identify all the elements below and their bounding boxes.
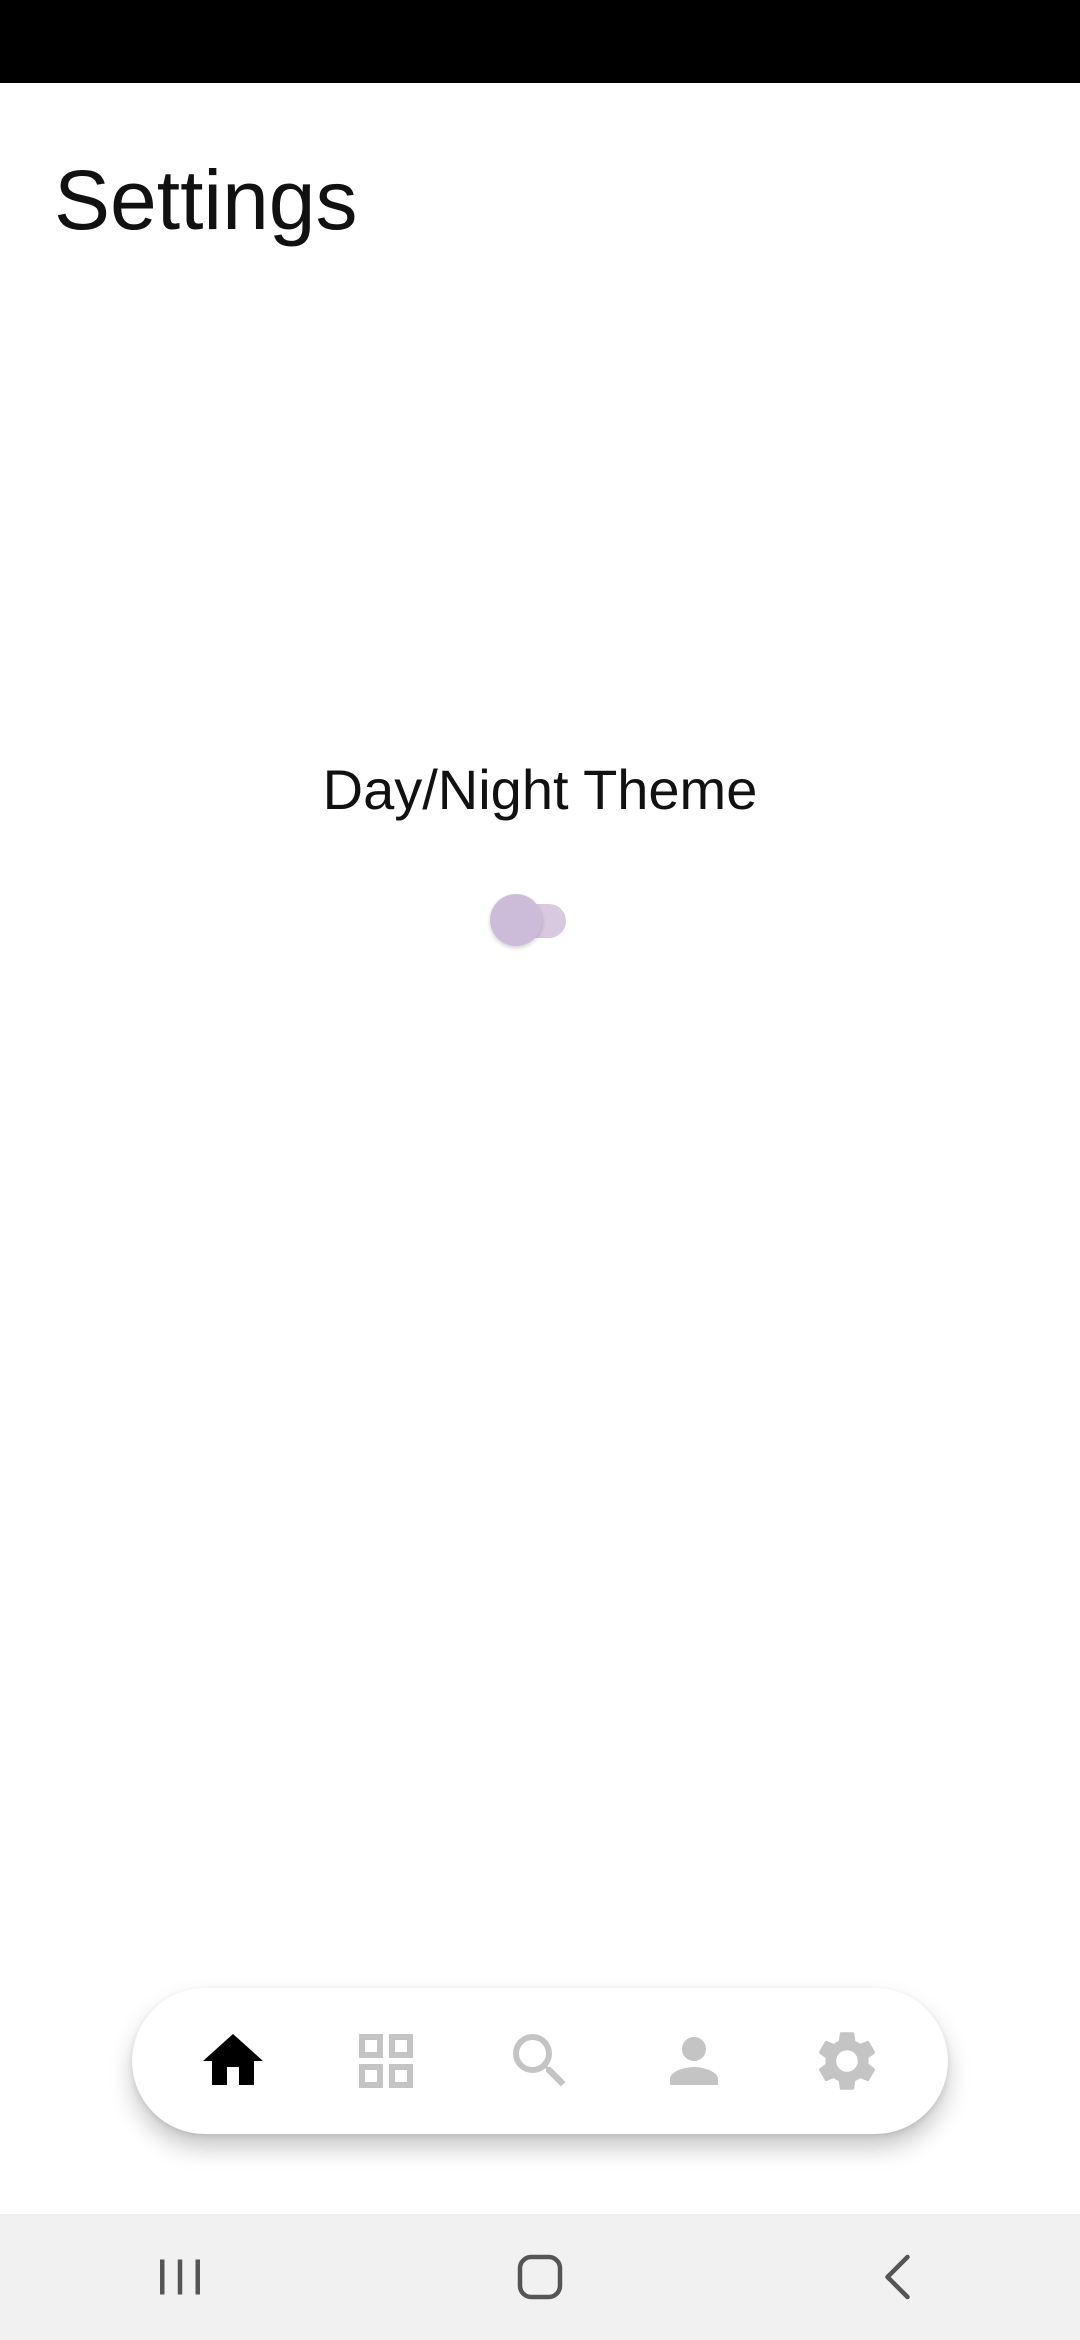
bottom-navigation-bar [132,1988,948,2134]
page-title: Settings [54,153,358,247]
toggle-thumb [490,894,542,946]
theme-setting-label: Day/Night Theme [322,758,758,821]
nav-item-grid[interactable] [331,2006,441,2116]
nav-item-home[interactable] [178,2006,288,2116]
nav-item-profile[interactable] [639,2006,749,2116]
recent-apps-icon [160,2259,200,2295]
gear-icon [819,2032,876,2090]
system-navigation-bar [0,2214,1080,2340]
home-outline-icon [517,2254,563,2300]
back-button[interactable] [840,2227,960,2327]
search-icon [512,2034,566,2087]
status-bar [0,0,1080,83]
person-icon [669,2037,718,2085]
nav-item-settings[interactable] [792,2006,902,2116]
day-night-theme-toggle[interactable] [488,892,578,952]
home-icon [202,2034,263,2085]
system-home-button[interactable] [480,2227,600,2327]
nav-item-search[interactable] [485,2006,595,2116]
back-chevron-icon [885,2254,910,2300]
grid-icon [359,2034,414,2088]
recent-apps-button[interactable] [120,2227,240,2327]
